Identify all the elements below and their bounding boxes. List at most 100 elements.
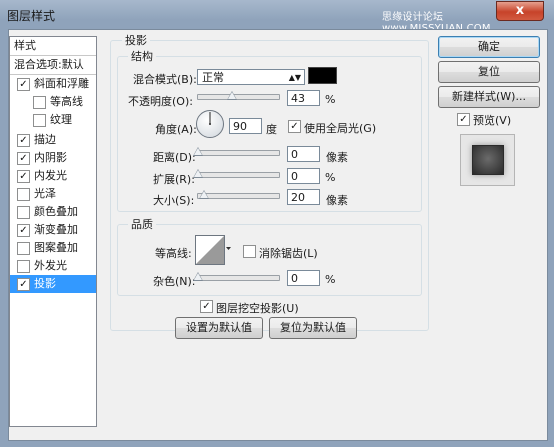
spread-slider[interactable] [193,169,280,178]
angle-input[interactable]: 90 [229,118,262,134]
check-icon: ✓ [19,153,28,164]
knockout-checkbox[interactable]: ✓ [200,300,213,313]
angle-dial-icon [196,110,224,138]
checkbox[interactable]: ✓ [17,278,30,291]
style-item-label: 样式 [14,39,36,52]
style-item-2[interactable]: 纹理 [10,111,96,129]
structure-title: 结构 [128,48,156,64]
checkbox[interactable]: ✓ [17,224,30,237]
check-icon: ✓ [459,114,468,125]
opacity-input[interactable]: 43 [287,90,320,106]
style-item-1[interactable]: 等高线 [10,93,96,111]
checkbox[interactable]: ✓ [17,152,30,165]
check-icon: ✓ [19,135,28,146]
blend-mode-select[interactable]: 正常 ▲▼ [197,69,305,85]
check-icon: ✓ [19,171,28,182]
distance-slider-thumb[interactable] [193,147,203,156]
noise-slider-thumb[interactable] [193,272,203,281]
knockout-label: 图层挖空投影(U) [216,302,299,315]
make-default-button[interactable]: 设置为默认值 [175,317,263,339]
preview-thumbnail [460,134,515,186]
distance-label: 距离(D): [153,151,196,164]
ok-button[interactable]: 确定 [438,36,540,58]
new-style-label: 新建样式(W)... [452,90,526,103]
spread-unit: % [325,171,336,184]
window-title: 图层样式 [7,9,56,23]
distance-value: 0 [291,148,298,161]
style-item-label: 斜面和浮雕 [34,77,89,90]
reset-button[interactable]: 复位 [438,61,540,83]
checkbox[interactable]: ✓ [17,78,30,91]
angle-value: 90 [233,120,247,133]
opacity-label: 不透明度(O): [128,95,193,108]
style-item-6[interactable]: 光泽 [10,185,96,203]
preview-label: 预览(V) [473,114,512,127]
distance-input[interactable]: 0 [287,146,320,162]
style-item-11[interactable]: ✓ 投影 [10,275,96,293]
style-item-label: 内阴影 [34,151,67,164]
checkbox[interactable] [33,114,46,127]
contour-label: 等高线: [155,247,192,260]
checkbox[interactable] [17,206,30,219]
spread-input[interactable]: 0 [287,168,320,184]
shadow-color-swatch[interactable] [308,67,337,84]
checkbox[interactable]: ✓ [17,170,30,183]
distance-slider[interactable] [193,147,280,156]
style-item-9[interactable]: 图案叠加 [10,239,96,257]
size-value: 20 [291,191,305,204]
style-item-label: 投影 [34,277,56,290]
style-item-3[interactable]: ✓ 描边 [10,131,96,149]
distance-unit: 像素 [326,151,348,164]
size-label: 大小(S): [153,194,195,207]
angle-dial[interactable] [195,109,225,139]
style-item-label: 外发光 [34,259,67,272]
reset-default-button[interactable]: 复位为默认值 [269,317,357,339]
style-item-label: 等高线 [50,95,83,108]
blending-options-item[interactable]: 混合选项:默认 [10,56,96,74]
size-slider-thumb[interactable] [199,190,210,199]
angle-label: 角度(A): [155,123,197,136]
contour-picker[interactable] [195,235,231,265]
opacity-value: 43 [291,92,305,105]
blend-mode-label: 混合模式(B): [133,73,197,86]
noise-input[interactable]: 0 [287,270,320,286]
title-bar[interactable]: 图层样式 思缘设计论坛 www.MISSYUAN.COM x [0,0,554,34]
style-item-0[interactable]: ✓ 斜面和浮雕 [10,75,96,93]
spread-slider-thumb[interactable] [193,169,203,178]
style-item-label: 描边 [34,133,56,146]
style-item-label: 颜色叠加 [34,205,78,218]
size-slider[interactable] [197,190,280,199]
checkbox[interactable] [33,96,46,109]
preview-checkbox[interactable]: ✓ [457,113,470,126]
new-style-button[interactable]: 新建样式(W)... [438,86,540,108]
style-item-8[interactable]: ✓ 渐变叠加 [10,221,96,239]
opacity-slider[interactable] [197,91,280,100]
chevron-updown-icon: ▲▼ [288,73,301,82]
check-icon: ✓ [19,225,28,236]
style-list[interactable]: 样式混合选项:默认 ✓ 斜面和浮雕等高线纹理 ✓ 描边 ✓ 内阴影 ✓ 内发光光泽颜色叠加 ✓ 渐变… [9,36,97,427]
angle-unit: 度 [266,123,277,136]
checkbox[interactable] [17,260,30,273]
checkbox[interactable] [17,188,30,201]
close-button[interactable]: x [496,1,544,21]
style-item-5[interactable]: ✓ 内发光 [10,167,96,185]
antialias-checkbox[interactable] [243,245,256,258]
ok-label: 确定 [478,40,500,53]
style-item-10[interactable]: 外发光 [10,257,96,275]
global-light-checkbox[interactable]: ✓ [288,120,301,133]
checkbox[interactable]: ✓ [17,134,30,147]
opacity-unit: % [325,93,336,106]
checkbox[interactable] [17,242,30,255]
noise-slider[interactable] [193,272,280,281]
opacity-slider-thumb[interactable] [226,91,237,100]
contour-curve-icon [195,235,231,265]
spread-label: 扩展(R): [153,173,195,186]
close-icon: x [515,3,525,18]
quality-title: 品质 [128,216,156,232]
style-item-7[interactable]: 颜色叠加 [10,203,96,221]
style-item-label: 光泽 [34,187,56,200]
size-input[interactable]: 20 [287,189,320,205]
check-icon: ✓ [290,121,299,132]
style-list-header[interactable]: 样式 [10,37,96,55]
style-item-4[interactable]: ✓ 内阴影 [10,149,96,167]
